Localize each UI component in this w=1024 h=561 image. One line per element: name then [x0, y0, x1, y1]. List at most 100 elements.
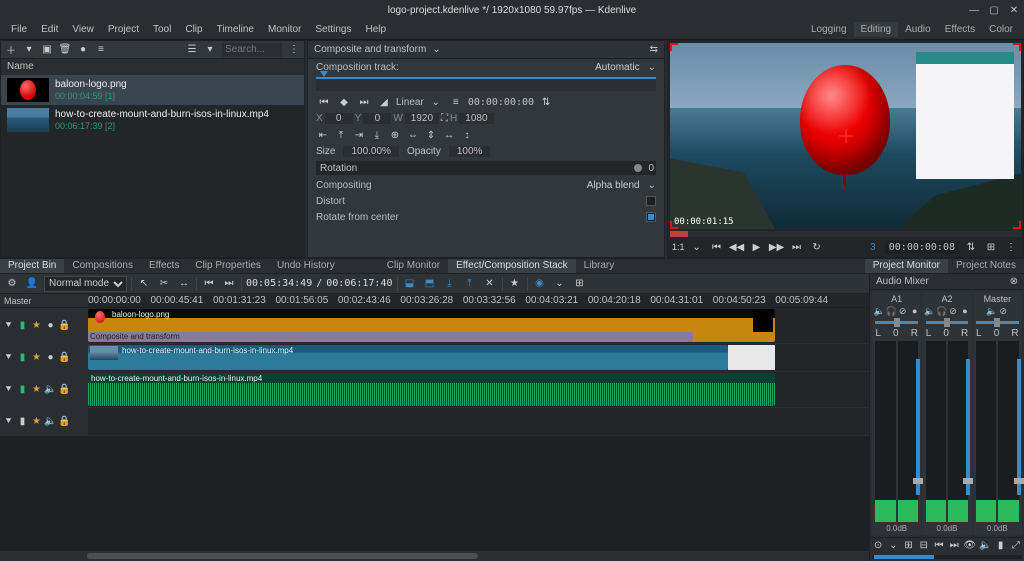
composition-track-value[interactable]: Automatic [595, 62, 639, 73]
target-icon[interactable]: ▮ [17, 416, 28, 427]
link-icon[interactable]: ⛶ [441, 113, 448, 124]
menu-edit[interactable]: Edit [34, 22, 65, 37]
speaker-icon[interactable]: 🔈 [924, 306, 934, 317]
star-icon[interactable]: ★ [31, 416, 42, 427]
expand-icon[interactable]: ⯆ [3, 384, 14, 395]
timeline-ruler[interactable]: Master 00:00:00:00 00:00:45:41 00:01:31:… [0, 294, 869, 308]
chevron-down-icon[interactable]: ⌄ [432, 44, 440, 55]
size-value[interactable]: 100.00% [343, 146, 398, 157]
clip-video-1[interactable]: baloon-logo.png Composite and transform [88, 309, 775, 342]
fader[interactable] [916, 359, 920, 495]
bin-column-name[interactable]: Name [1, 59, 304, 75]
menu-project[interactable]: Project [101, 22, 146, 37]
align-icon[interactable]: ⇤ [316, 128, 330, 142]
align-icon[interactable]: ⊕ [388, 128, 402, 142]
expand-icon[interactable]: ⯆ [3, 320, 14, 331]
track-content[interactable]: how-to-create-mount-and-burn-isos-in-lin… [88, 372, 869, 407]
x-value[interactable]: 0 [325, 113, 353, 124]
chevron-down-icon[interactable]: ⌄ [648, 62, 656, 73]
target-icon[interactable]: ▮ [17, 320, 28, 331]
lock-icon[interactable]: 🔒 [59, 384, 70, 395]
speaker-icon[interactable]: 🔈 [986, 306, 996, 317]
w-value[interactable]: 1920 [405, 113, 439, 124]
h-value[interactable]: 1080 [459, 113, 493, 124]
loop-icon[interactable]: ↻ [809, 240, 825, 254]
expand-icon[interactable]: ⯆ [3, 352, 14, 363]
lock-icon[interactable]: 🔒 [59, 320, 70, 331]
target-icon[interactable]: ▮ [17, 384, 28, 395]
menu-timeline[interactable]: Timeline [210, 22, 261, 37]
lock-icon[interactable]: 🔒 [59, 416, 70, 427]
speaker-icon[interactable]: 🔈 [874, 306, 884, 317]
folder-icon[interactable]: ▣ [41, 44, 53, 56]
keyframe-timeline[interactable] [316, 77, 656, 91]
tab-effects[interactable]: Effects [938, 22, 982, 37]
speaker-icon[interactable]: 🔈 [979, 540, 991, 552]
balance-slider[interactable] [926, 321, 969, 324]
skip-start-icon[interactable]: ⏮ [933, 540, 945, 552]
tag-icon[interactable]: ● [77, 44, 89, 56]
track-content[interactable]: how-to-create-mount-and-burn-isos-in-lin… [88, 344, 869, 371]
tab-effect-stack[interactable]: Effect/Composition Stack [448, 259, 576, 273]
track-content[interactable] [88, 408, 869, 435]
distort-checkbox[interactable] [646, 196, 656, 206]
stepper-icon[interactable]: ⇅ [538, 95, 554, 109]
y-value[interactable]: 0 [363, 113, 391, 124]
monitor-scrubber[interactable] [670, 231, 1021, 237]
headphone-icon[interactable]: 🎧 [936, 306, 946, 317]
skip-start-icon[interactable]: ⏮ [201, 277, 217, 291]
tab-audio[interactable]: Audio [898, 22, 938, 37]
handle-top-left[interactable] [670, 43, 678, 51]
align-icon[interactable]: ⇥ [352, 128, 366, 142]
blank-clip[interactable] [728, 345, 775, 370]
delete-icon[interactable]: 🗑 [59, 44, 71, 56]
rewind-start-icon[interactable]: ⏮ [709, 240, 725, 254]
align-icon[interactable]: ↕ [460, 128, 474, 142]
add-clip-icon[interactable]: ＋ [5, 44, 17, 56]
transition-clip[interactable]: Composite and transform [88, 332, 693, 342]
tab-project-monitor[interactable]: Project Monitor [865, 259, 948, 273]
bin-item[interactable]: how-to-create-mount-and-burn-isos-in-lin… [1, 105, 304, 135]
zoom-fit-icon[interactable]: ⊟ [918, 540, 930, 552]
zone-in-icon[interactable]: ⬓ [402, 277, 418, 291]
chevron-down-icon[interactable]: ⌄ [648, 180, 656, 191]
menu-monitor[interactable]: Monitor [261, 22, 308, 37]
zoom-fit-icon[interactable]: ⊞ [902, 540, 914, 552]
forward-end-icon[interactable]: ⏭ [789, 240, 805, 254]
balance-slider[interactable] [875, 321, 918, 324]
expand-icon[interactable]: ⤢ [1010, 540, 1022, 552]
menu-tool[interactable]: Tool [146, 22, 178, 37]
close-panel-icon[interactable]: ⊗ [1010, 274, 1018, 290]
zone-out-icon[interactable]: ⬒ [422, 277, 438, 291]
tab-editing[interactable]: Editing [854, 22, 899, 37]
mute-icon[interactable]: 🔈 [45, 416, 56, 427]
chevron-down-icon[interactable]: ⌄ [887, 540, 899, 552]
tab-project-notes[interactable]: Project Notes [948, 259, 1024, 273]
bin-item[interactable]: baloon-logo.png 00:00:04:59 [1] [1, 75, 304, 105]
keyframe-timecode[interactable]: 00:00:00:00 [468, 97, 534, 108]
interp-icon[interactable]: ◢ [376, 95, 392, 109]
minimize-icon[interactable]: — [967, 5, 981, 16]
align-icon[interactable]: ↔ [442, 128, 456, 142]
db-value[interactable]: 0.0dB [886, 524, 907, 533]
razor-icon[interactable]: ✂ [156, 277, 172, 291]
magnet-icon[interactable]: ⊙ [872, 540, 884, 552]
master-label[interactable]: Master [0, 294, 88, 307]
headphone-icon[interactable]: 🎧 [886, 306, 896, 317]
expand-icon[interactable]: ⯆ [3, 416, 14, 427]
favorite-icon[interactable]: ★ [507, 277, 523, 291]
mute-icon[interactable]: ⊘ [948, 306, 958, 317]
next-keyframe-icon[interactable]: ⏭ [356, 95, 372, 109]
pointer-icon[interactable]: ↖ [136, 277, 152, 291]
tab-clip-monitor[interactable]: Clip Monitor [379, 259, 448, 273]
chevron-down-icon[interactable]: ⌄ [689, 240, 705, 254]
align-icon[interactable]: ⤒ [334, 128, 348, 142]
monitor-timecode[interactable]: 00:00:00:08 [885, 241, 959, 254]
tab-undo-history[interactable]: Undo History [269, 259, 343, 273]
menu-file[interactable]: File [4, 22, 34, 37]
monitor-menu-icon[interactable]: ⊞ [983, 240, 999, 254]
star-icon[interactable]: ★ [31, 320, 42, 331]
rewind-icon[interactable]: ◀◀ [729, 240, 745, 254]
clip-video-2[interactable]: how-to-create-mount-and-burn-isos-in-lin… [88, 345, 728, 370]
fader[interactable] [966, 359, 970, 495]
